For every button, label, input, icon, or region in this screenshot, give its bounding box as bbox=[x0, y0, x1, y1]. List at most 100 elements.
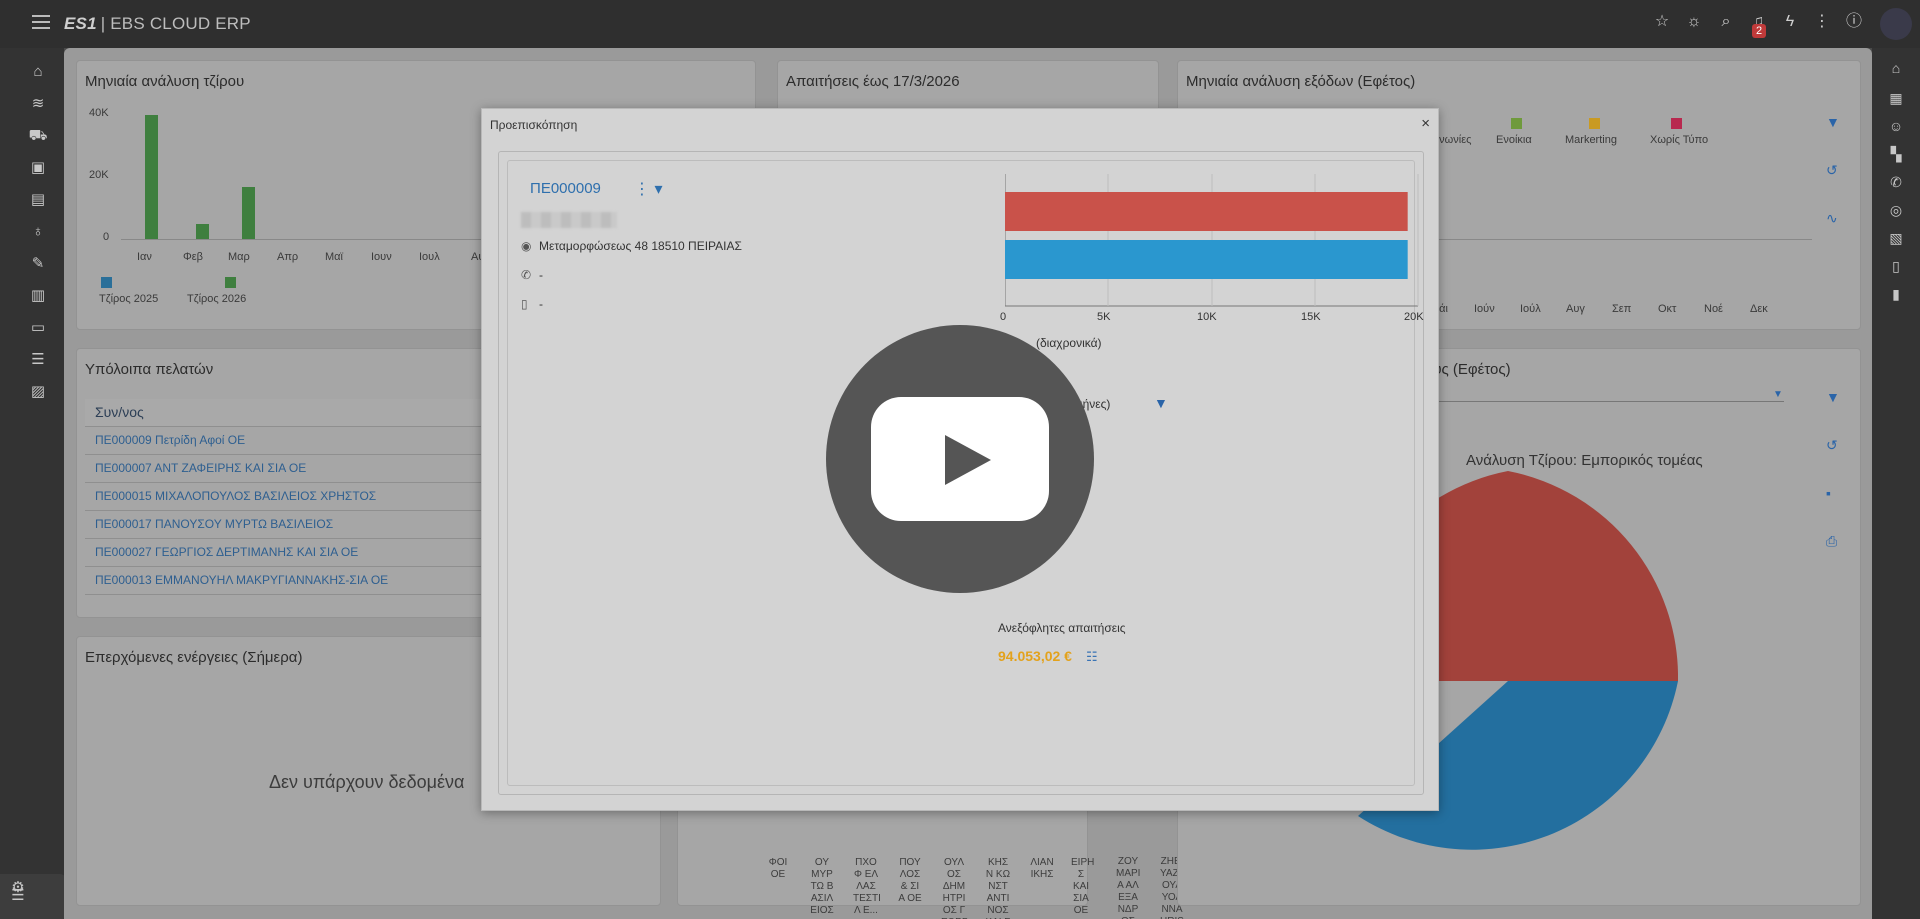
legend-swatch bbox=[101, 276, 112, 288]
more-vert-icon[interactable]: ⋮ ▾ bbox=[634, 179, 662, 199]
filter-icon[interactable]: ▼ bbox=[1826, 114, 1840, 130]
document-icon[interactable]: ▯ bbox=[1886, 256, 1906, 276]
x-tick: 10K bbox=[1197, 311, 1217, 323]
month-label: Μαϊ bbox=[325, 251, 343, 263]
handshake-icon[interactable]: ≋ bbox=[28, 94, 48, 114]
category-label: ΚΗΣ Ν ΚΩ ΝΣΤ ΑΝΤΙ ΝΟΣ ΚΑΙ Σ ΙΑ ... bbox=[985, 857, 1011, 919]
calendar-icon[interactable]: ▦ bbox=[1886, 88, 1906, 108]
refresh-icon[interactable]: ↺ bbox=[1826, 437, 1838, 454]
y-tick: 20K bbox=[89, 169, 109, 181]
pie-slice[interactable] bbox=[1508, 471, 1678, 681]
month-label: Οκτ bbox=[1658, 303, 1677, 315]
chevron-down-icon[interactable]: ▼ bbox=[1773, 389, 1783, 400]
unpaid-label: Ανεξόφλητες απαιτήσεις bbox=[998, 621, 1126, 635]
phone-icon: ✆ bbox=[521, 268, 532, 282]
x-tick: 5K bbox=[1097, 311, 1111, 323]
address-text: Μεταμορφώσεως 48 18510 ΠΕΙΡΑΙΑΣ bbox=[539, 239, 742, 253]
refresh-icon[interactable]: ↺ bbox=[1826, 162, 1838, 179]
search-icon[interactable]: ⌕ bbox=[1716, 12, 1736, 32]
more-vert-icon[interactable]: ⋮ bbox=[1812, 12, 1832, 32]
month-label: Ιούν bbox=[1474, 303, 1495, 315]
month-label: Αυγ bbox=[1566, 303, 1585, 315]
invoice-icon[interactable]: ▥ bbox=[28, 286, 48, 306]
customer-code-link[interactable]: ΠΕ000009 bbox=[530, 180, 601, 197]
folder-icon[interactable]: ▨ bbox=[28, 382, 48, 402]
video-play-button[interactable] bbox=[826, 325, 1094, 593]
mobile-row: ▯ - bbox=[521, 297, 543, 311]
x-tick: 15K bbox=[1301, 311, 1321, 323]
store-icon[interactable]: ▤ bbox=[28, 190, 48, 210]
lightbulb-icon[interactable]: ☼ bbox=[1684, 12, 1704, 32]
apps-icon[interactable]: ▚ bbox=[1886, 144, 1906, 164]
phone-row: ✆ - bbox=[521, 268, 543, 282]
bell-icon[interactable]: ♫ 2 bbox=[1748, 12, 1768, 38]
notification-badge: 2 bbox=[1752, 24, 1767, 38]
bar-blue[interactable] bbox=[1005, 240, 1408, 279]
legend-2025[interactable] bbox=[101, 276, 118, 288]
legend-swatch bbox=[1511, 118, 1522, 129]
x-tick: 0 bbox=[1000, 311, 1007, 323]
chart-icon[interactable]: ∿ bbox=[1826, 210, 1838, 227]
box-icon[interactable]: ▧ bbox=[1886, 228, 1906, 248]
customer-name-blurred bbox=[521, 212, 617, 228]
y-tick: 0 bbox=[103, 231, 110, 243]
menu-icon[interactable] bbox=[32, 15, 50, 29]
panel-title: Υπόλοιπα πελατών bbox=[85, 361, 214, 378]
edit-doc-icon[interactable]: ✎ bbox=[28, 254, 48, 274]
x-tick: 20K bbox=[1404, 311, 1424, 323]
info-icon[interactable]: ⓘ bbox=[1844, 12, 1864, 32]
balance-bar-chart bbox=[1005, 174, 1419, 307]
bolt-icon[interactable]: ϟ bbox=[1780, 12, 1800, 32]
top-actions: ☆ ☼ ⌕ ♫ 2 ϟ ⋮ ⓘ bbox=[1652, 12, 1864, 38]
panel-title: Επερχόμενες ενέργειες (Σήμερα) bbox=[85, 649, 303, 666]
alarm-icon[interactable]: ◎ bbox=[1886, 200, 1906, 220]
close-icon[interactable]: × bbox=[1421, 115, 1430, 132]
contacts-icon[interactable]: ▣ bbox=[28, 158, 48, 178]
panel-title: Μηνιαία ανάλυση τζίρου bbox=[85, 73, 245, 90]
home-icon[interactable]: ⌂ bbox=[1886, 58, 1906, 78]
bar-jan-2026 bbox=[145, 115, 158, 239]
pie-title: Ανάλυση Τζίρου: Εμπορικός τομέας bbox=[1466, 452, 1703, 469]
month-label: Ιούλ bbox=[1520, 303, 1541, 315]
category-label: ΦΟΙ ΟΕ bbox=[768, 857, 788, 880]
category-label: ΛΙΑΝ ΙΚΗΣ bbox=[1030, 857, 1054, 880]
bar-red[interactable] bbox=[1005, 192, 1408, 231]
doc-settings-icon[interactable]: ▮ bbox=[1886, 284, 1906, 304]
x-axis bbox=[1428, 239, 1812, 240]
right-sidebar: ⌂ ▦ ☺ ▚ ✆ ◎ ▧ ▯ ▮ bbox=[1872, 48, 1920, 919]
month-label: Ιουν bbox=[371, 251, 392, 263]
print-icon[interactable]: ⎙ bbox=[1826, 533, 1837, 550]
checklist-icon[interactable]: ☰ bbox=[28, 350, 48, 370]
legend-swatch bbox=[1589, 118, 1600, 129]
star-icon[interactable]: ☆ bbox=[1652, 12, 1672, 32]
phone-icon[interactable]: ✆ bbox=[1886, 172, 1906, 192]
month-label: Νοέ bbox=[1704, 303, 1723, 315]
category-label: ΠΟΥ ΛΟΣ & ΣΙ Α ΟΕ bbox=[898, 857, 922, 904]
empty-state: Δεν υπάρχουν δεδομένα bbox=[269, 772, 465, 792]
money-bag-icon[interactable]: ♁ bbox=[28, 222, 48, 242]
legend-2026[interactable] bbox=[225, 276, 242, 288]
month-label: Δεκ bbox=[1750, 303, 1768, 315]
home-icon[interactable]: ⌂ bbox=[28, 62, 48, 82]
excel-icon[interactable]: ▪ bbox=[1826, 485, 1831, 501]
bar-feb-2026 bbox=[196, 224, 209, 239]
app-brand: ES1 | EBS CLOUD ERP bbox=[64, 14, 251, 34]
monitor-icon[interactable]: ▭ bbox=[28, 318, 48, 338]
category-label: ΠΧΟ Φ ΕΛ ΛΑΣ ΤΕΣΤΙ Λ Ε... bbox=[853, 857, 881, 916]
truck-icon[interactable]: ⛟ bbox=[28, 126, 48, 146]
panel-title: Μηνιαία ανάλυση εξόδων (Εφέτος) bbox=[1186, 73, 1416, 90]
mobile-icon: ▯ bbox=[521, 297, 528, 311]
avatar[interactable] bbox=[1880, 8, 1912, 40]
address-row: ◉ Μεταμορφώσεως 48 18510 ΠΕΙΡΑΙΑΣ bbox=[521, 239, 742, 253]
legend-swatch bbox=[225, 276, 236, 288]
filter-icon[interactable]: ▼ bbox=[1154, 395, 1168, 411]
location-icon: ◉ bbox=[521, 239, 532, 253]
details-icon[interactable]: ☷ bbox=[1086, 649, 1098, 665]
month-label: Σεπ bbox=[1612, 303, 1632, 315]
filter-icon[interactable]: ▼ bbox=[1826, 389, 1840, 405]
app-title: | EBS CLOUD ERP bbox=[100, 14, 251, 33]
month-label: Ιουλ bbox=[419, 251, 440, 263]
select-underline[interactable] bbox=[1414, 401, 1784, 402]
settings-icon[interactable]: ⚙ bbox=[8, 878, 28, 898]
add-user-icon[interactable]: ☺ bbox=[1886, 116, 1906, 136]
